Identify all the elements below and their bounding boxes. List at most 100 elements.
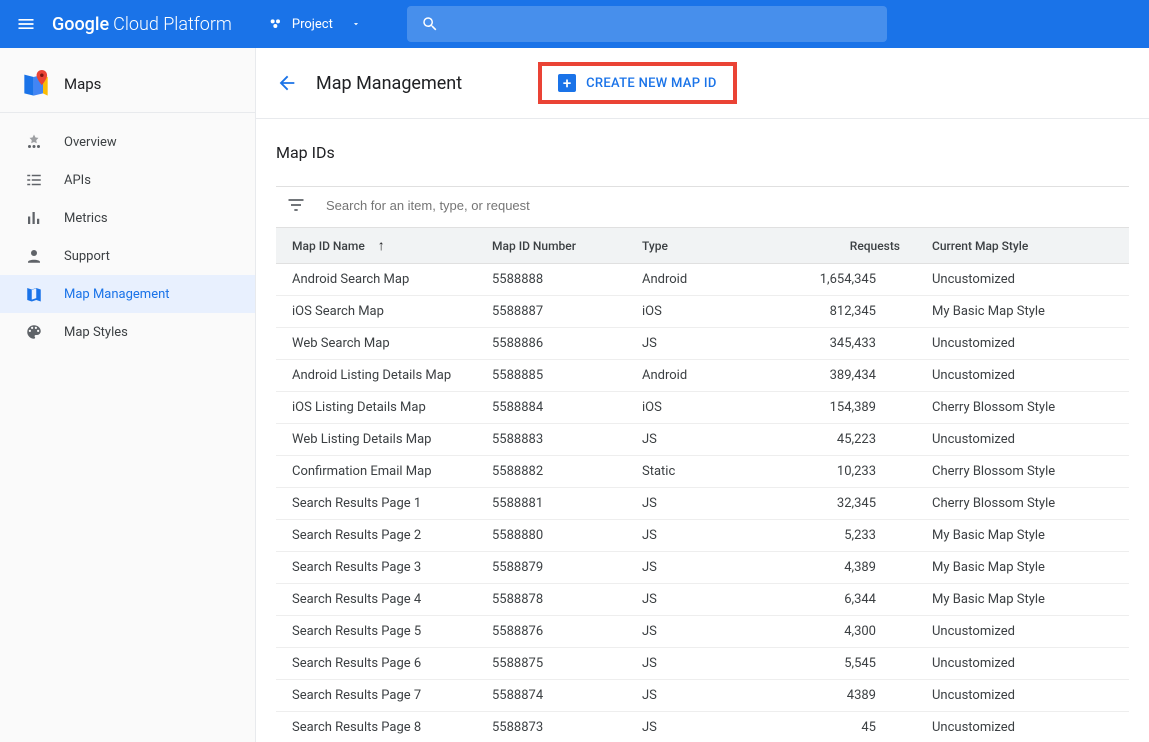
cell-number: 5588886 [476, 328, 626, 360]
table-row[interactable]: Web Search Map5588886JS345,433Uncustomiz… [276, 328, 1129, 360]
cell-type: Android [626, 360, 766, 392]
menu-icon[interactable] [16, 14, 36, 34]
col-header-requests[interactable]: Requests [766, 228, 916, 264]
cell-number: 5588880 [476, 520, 626, 552]
cell-name: Search Results Page 4 [276, 584, 476, 616]
sidebar-nav: Overview APIs Metrics Support Map Manage… [0, 113, 255, 351]
cell-name: Search Results Page 8 [276, 712, 476, 742]
cell-type: JS [626, 520, 766, 552]
logo-text-light: Cloud Platform [113, 14, 232, 35]
table-row[interactable]: Confirmation Email Map5588882Static10,23… [276, 456, 1129, 488]
table-row[interactable]: Android Search Map5588888Android1,654,34… [276, 264, 1129, 296]
cell-number: 5588888 [476, 264, 626, 296]
table-row[interactable]: Search Results Page 25588880JS5,233My Ba… [276, 520, 1129, 552]
back-button[interactable] [276, 72, 298, 94]
table-row[interactable]: iOS Search Map5588887iOS812,345My Basic … [276, 296, 1129, 328]
platform-logo[interactable]: Google Cloud Platform [52, 14, 232, 35]
cell-number: 5588887 [476, 296, 626, 328]
table-row[interactable]: Search Results Page 15588881JS32,345Cher… [276, 488, 1129, 520]
map-management-icon [24, 285, 44, 303]
table-row[interactable]: Web Listing Details Map5588883JS45,223Un… [276, 424, 1129, 456]
search-input[interactable] [453, 16, 873, 32]
sidebar-item-label: Map Styles [64, 325, 128, 340]
map-ids-table: Map ID Name ↑ Map ID Number Type Request… [276, 227, 1129, 742]
cell-requests: 5,545 [766, 648, 916, 680]
search-box[interactable] [407, 6, 887, 42]
cell-style: My Basic Map Style [916, 584, 1129, 616]
maps-product-icon [22, 70, 50, 98]
sidebar-header[interactable]: Maps [0, 60, 255, 113]
cell-style: My Basic Map Style [916, 296, 1129, 328]
table-row[interactable]: Search Results Page 55588876JS4,300Uncus… [276, 616, 1129, 648]
table-row[interactable]: Search Results Page 65588875JS5,545Uncus… [276, 648, 1129, 680]
project-label: Project [292, 17, 333, 32]
cell-style: Uncustomized [916, 712, 1129, 742]
cell-style: Uncustomized [916, 680, 1129, 712]
cell-requests: 6,344 [766, 584, 916, 616]
filter-icon[interactable] [286, 195, 306, 215]
cell-requests: 1,654,345 [766, 264, 916, 296]
cell-name: iOS Search Map [276, 296, 476, 328]
cell-style: Uncustomized [916, 264, 1129, 296]
top-app-bar: Google Cloud Platform Project [0, 0, 1149, 48]
sidebar-item-overview[interactable]: Overview [0, 123, 255, 161]
cell-name: Confirmation Email Map [276, 456, 476, 488]
table-row[interactable]: iOS Listing Details Map5588884iOS154,389… [276, 392, 1129, 424]
create-new-map-id-button[interactable]: + CREATE NEW MAP ID [554, 70, 720, 96]
cell-type: iOS [626, 392, 766, 424]
sidebar-item-apis[interactable]: APIs [0, 161, 255, 199]
cell-type: JS [626, 680, 766, 712]
cell-requests: 32,345 [766, 488, 916, 520]
metrics-icon [24, 209, 44, 227]
cell-number: 5588885 [476, 360, 626, 392]
cell-requests: 812,345 [766, 296, 916, 328]
cell-type: JS [626, 552, 766, 584]
cell-style: Uncustomized [916, 360, 1129, 392]
filter-input[interactable] [326, 198, 1125, 213]
col-header-type[interactable]: Type [626, 228, 766, 264]
sidebar-item-metrics[interactable]: Metrics [0, 199, 255, 237]
cell-requests: 389,434 [766, 360, 916, 392]
cell-number: 5588882 [476, 456, 626, 488]
cell-name: Search Results Page 3 [276, 552, 476, 584]
sidebar-item-map-management[interactable]: Map Management [0, 275, 255, 313]
cell-name: Search Results Page 5 [276, 616, 476, 648]
table-row[interactable]: Search Results Page 45588878JS6,344My Ba… [276, 584, 1129, 616]
table-row[interactable]: Search Results Page 75588874JS4389Uncust… [276, 680, 1129, 712]
col-header-style[interactable]: Current Map Style [916, 228, 1129, 264]
cell-name: Search Results Page 1 [276, 488, 476, 520]
cell-name: Search Results Page 6 [276, 648, 476, 680]
cell-requests: 154,389 [766, 392, 916, 424]
sidebar-product-title: Maps [64, 75, 101, 93]
cell-requests: 10,233 [766, 456, 916, 488]
cell-type: Android [626, 264, 766, 296]
cell-style: My Basic Map Style [916, 552, 1129, 584]
sidebar-item-support[interactable]: Support [0, 237, 255, 275]
cell-number: 5588881 [476, 488, 626, 520]
project-selector[interactable]: Project [258, 10, 371, 38]
cell-type: JS [626, 584, 766, 616]
cell-type: JS [626, 424, 766, 456]
sidebar-item-label: Support [64, 249, 110, 264]
cell-style: Cherry Blossom Style [916, 456, 1129, 488]
sidebar-item-map-styles[interactable]: Map Styles [0, 313, 255, 351]
sidebar: Maps Overview APIs Metrics Support Map M… [0, 48, 256, 742]
cell-number: 5588874 [476, 680, 626, 712]
sidebar-item-label: Overview [64, 135, 117, 150]
cell-style: Cherry Blossom Style [916, 488, 1129, 520]
table-row[interactable]: Search Results Page 85588873JS45Uncustom… [276, 712, 1129, 742]
table-row[interactable]: Search Results Page 35588879JS4,389My Ba… [276, 552, 1129, 584]
table-row[interactable]: Android Listing Details Map5588885Androi… [276, 360, 1129, 392]
cell-type: Static [626, 456, 766, 488]
sidebar-item-label: Map Management [64, 287, 170, 302]
cell-requests: 45 [766, 712, 916, 742]
cell-number: 5588875 [476, 648, 626, 680]
cell-name: Web Search Map [276, 328, 476, 360]
project-dots-icon [268, 16, 284, 32]
create-button-label: CREATE NEW MAP ID [586, 76, 716, 91]
col-header-number[interactable]: Map ID Number [476, 228, 626, 264]
section-title: Map IDs [276, 143, 1129, 162]
cell-type: JS [626, 616, 766, 648]
col-header-name[interactable]: Map ID Name ↑ [276, 228, 476, 264]
main-content: Map Management + CREATE NEW MAP ID Map I… [256, 48, 1149, 742]
